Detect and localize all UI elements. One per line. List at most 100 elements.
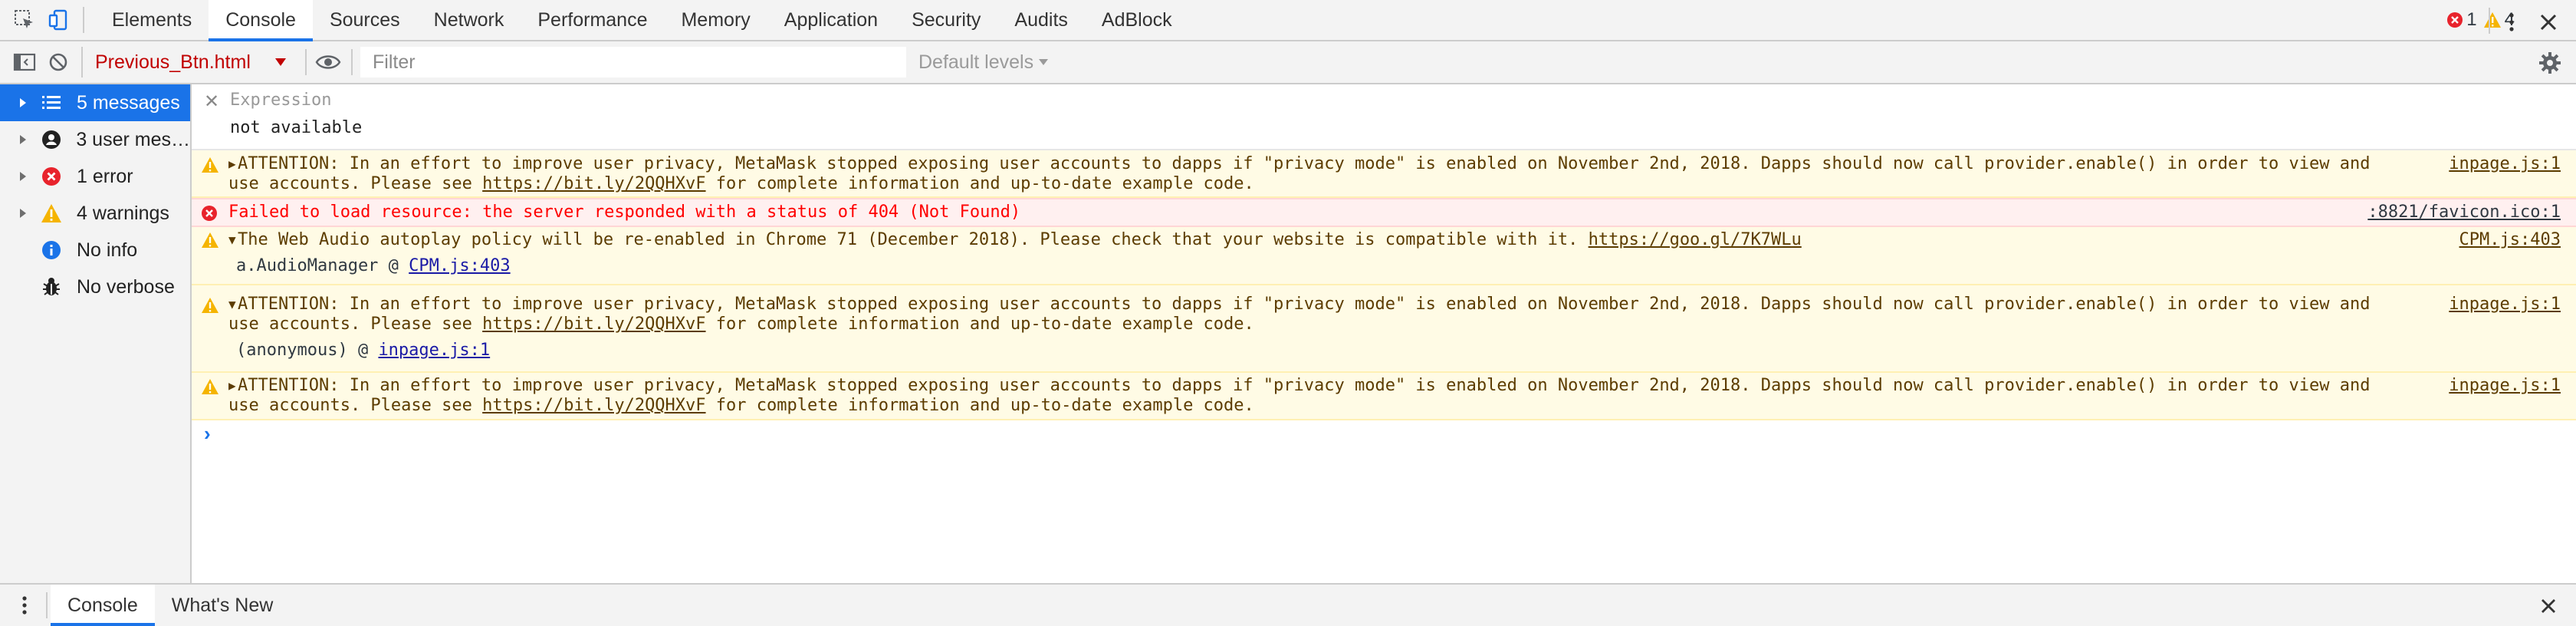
expand-arrow-icon[interactable]: ▶ [228,154,238,174]
expression-value: not available [230,118,363,137]
chevron-down-icon [1038,58,1049,66]
more-options-icon[interactable] [2495,5,2528,39]
tab-adblock[interactable]: AdBlock [1085,0,1189,40]
error-count-value: 1 [2466,9,2477,30]
tab-audits[interactable]: Audits [997,0,1084,40]
message-text: for complete information and up-to-date … [705,174,1254,193]
stack-frame-link[interactable]: inpage.js:1 [378,341,490,360]
stack-frame-name: (anonymous) @ [236,341,379,360]
warning-icon [201,297,219,314]
expand-arrow-icon[interactable] [17,97,29,108]
message-source-link[interactable]: inpage.js:1 [2449,295,2561,314]
user-icon [40,128,63,151]
console-prompt[interactable]: › [204,422,211,446]
console-message-warning: inpage.js:1 ▶ ATTENTION: In an effort to … [192,373,2576,420]
message-link[interactable]: https://bit.ly/2QQHXvF [482,396,705,415]
sidebar-item-messages[interactable]: 5 messages [0,84,190,121]
live-expression-eye-icon[interactable] [311,45,345,79]
message-text: The Web Audio autoplay policy will be re… [238,230,1589,249]
sidebar-item-label: No info [77,239,138,261]
tab-memory[interactable]: Memory [664,0,767,40]
toolbar-separator [2489,8,2490,34]
list-icon [40,91,63,114]
sidebar-item-user-messages[interactable]: 3 user mes… [0,121,190,158]
live-expression: ✕ Expression not available [192,84,2576,150]
execution-context-value: Previous_Btn.html [95,51,251,73]
message-text: Failed to load resource: the server resp… [228,203,1021,222]
devtools-tab-bar: Elements Console Sources Network Perform… [0,0,2576,41]
sidebar-toggle-icon[interactable] [8,45,41,79]
stack-trace-line: a.AudioManager @ CPM.js:403 [228,256,2561,275]
tab-security[interactable]: Security [895,0,997,40]
stack-frame-link[interactable]: CPM.js:403 [409,256,510,275]
message-text: for complete information and up-to-date … [705,396,1254,415]
log-levels-value: Default levels [918,51,1034,73]
more-tools-icon[interactable] [8,588,41,622]
filter-input[interactable] [360,47,906,77]
drawer-tab-bar: Console What's New [0,583,2576,626]
stack-frame-name: a.AudioManager @ [236,256,409,275]
sidebar-item-warnings[interactable]: 4 warnings [0,195,190,232]
drawer-tab-console[interactable]: Console [51,585,155,626]
gear-icon[interactable] [2533,46,2567,80]
clear-console-icon[interactable] [41,45,75,79]
error-icon [2446,12,2463,28]
message-link[interactable]: https://bit.ly/2QQHXvF [482,315,705,334]
tab-elements[interactable]: Elements [95,0,209,40]
close-drawer-icon[interactable] [2532,589,2565,623]
inspect-element-icon[interactable] [8,3,41,37]
expand-arrow-icon[interactable] [17,134,29,145]
message-source-link[interactable]: inpage.js:1 [2449,154,2561,173]
tab-application[interactable]: Application [767,0,895,40]
sidebar-item-label: 4 warnings [77,202,169,224]
tab-network[interactable]: Network [417,0,521,40]
toolbar-separator [351,49,353,75]
close-icon[interactable]: ✕ [204,91,219,113]
tab-sources[interactable]: Sources [313,0,417,40]
execution-context-select[interactable]: Previous_Btn.html [81,47,297,77]
warning-icon [201,156,219,173]
console-messages: ✕ Expression not available inpage.js:1 ▶… [192,84,2576,583]
sidebar-item-info[interactable]: No info [0,232,190,269]
warning-icon [201,378,219,395]
console-message-error: :8821/favicon.ico:1 Failed to load resou… [192,198,2576,227]
sidebar-item-label: 3 user mes… [76,128,190,150]
sidebar-item-verbose[interactable]: No verbose [0,269,190,305]
expand-arrow-icon[interactable]: ▶ [228,376,238,396]
toolbar-separator [83,7,84,33]
tab-performance[interactable]: Performance [521,0,664,40]
tab-console[interactable]: Console [209,0,313,41]
message-source-link[interactable]: inpage.js:1 [2449,376,2561,395]
sidebar-item-label: 5 messages [77,91,180,114]
close-devtools-icon[interactable] [2532,5,2565,39]
error-count[interactable]: 1 [2446,9,2477,31]
console-message-warning: inpage.js:1 ▼ ATTENTION: In an effort to … [192,285,2576,373]
bug-icon [40,275,63,298]
error-icon [40,165,63,188]
warning-icon [201,232,219,249]
console-prompt-row[interactable]: › [192,420,2576,451]
collapse-arrow-icon[interactable]: ▼ [228,295,238,315]
console-toolbar: Previous_Btn.html Default levels [0,41,2576,84]
message-text: for complete information and up-to-date … [705,315,1254,334]
console-message-warning: CPM.js:403 ▼ The Web Audio autoplay polic… [192,227,2576,285]
sidebar-item-label: 1 error [77,165,133,187]
expand-arrow-icon[interactable] [17,171,29,182]
warning-icon [40,202,63,225]
log-levels-dropdown[interactable]: Default levels [918,51,1049,74]
console-sidebar: 5 messages 3 user mes… 1 error 4 warning… [0,84,192,583]
device-toolbar-icon[interactable] [41,3,75,37]
error-icon [201,205,218,222]
info-icon [40,239,63,262]
message-link[interactable]: https://bit.ly/2QQHXvF [482,174,705,193]
sidebar-item-label: No verbose [77,275,175,298]
expression-label: Expression [230,91,332,110]
sidebar-item-errors[interactable]: 1 error [0,158,190,195]
collapse-arrow-icon[interactable]: ▼ [228,230,238,250]
expand-arrow-icon[interactable] [17,208,29,219]
drawer-tab-whats-new[interactable]: What's New [155,585,291,626]
message-link[interactable]: https://goo.gl/7K7WLu [1589,230,1802,249]
stack-trace-line: (anonymous) @ inpage.js:1 [228,341,2561,360]
message-source-link[interactable]: CPM.js:403 [2459,230,2561,249]
message-source-link[interactable]: :8821/favicon.ico:1 [2367,203,2561,222]
